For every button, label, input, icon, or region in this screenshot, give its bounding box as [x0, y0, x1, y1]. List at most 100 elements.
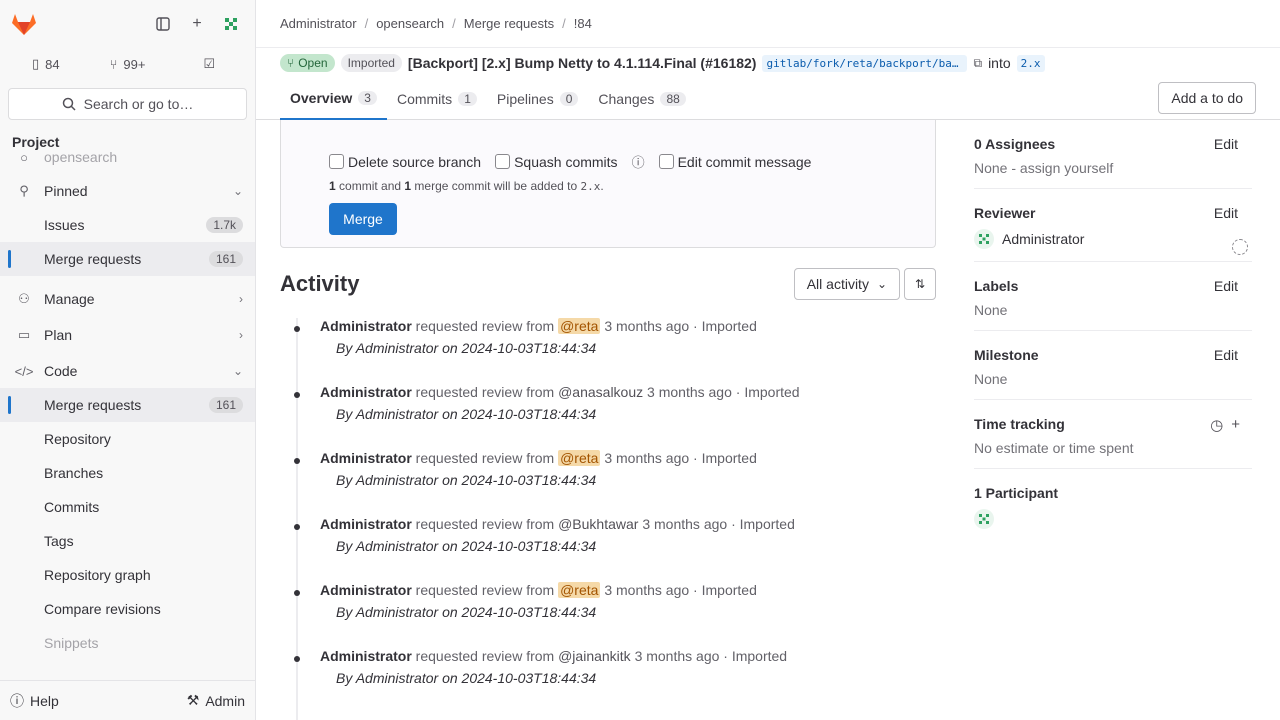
edit-commit-message-checkbox[interactable]: Edit commit message	[658, 154, 811, 170]
merge-widget: Delete source branch Squash commits ⓘ Ed…	[280, 120, 936, 248]
delete-source-branch-checkbox[interactable]: Delete source branch	[329, 154, 481, 170]
breadcrumb-item[interactable]: Merge requests	[464, 16, 554, 31]
sidebar-item-repository-graph[interactable]: Repository graph	[0, 558, 255, 592]
timestamp[interactable]: 3 months ago	[642, 516, 727, 532]
sort-icon: ⇅	[914, 277, 926, 291]
sort-direction-button[interactable]: ⇅	[904, 268, 936, 300]
user-mention[interactable]: @jainankitk	[558, 648, 631, 664]
assign-yourself-link[interactable]: None - assign yourself	[974, 160, 1113, 176]
search-icon	[62, 97, 76, 111]
main-content: Administrator / opensearch / Merge reque…	[256, 0, 1280, 720]
activity-header: Activity All activity ⌄ ⇅	[280, 266, 936, 302]
list-item: Administrator requested review from @ret…	[294, 582, 936, 648]
add-todo-button[interactable]: Add a to do	[1158, 82, 1256, 114]
tab-commits[interactable]: Commits 1	[387, 78, 487, 120]
assignees-block: 0 Assignees Edit None - assign yourself	[974, 120, 1252, 189]
timestamp[interactable]: 3 months ago	[635, 648, 720, 664]
gitlab-logo-icon[interactable]	[8, 8, 40, 40]
review-status-icon[interactable]	[1232, 239, 1248, 255]
checkbox[interactable]	[658, 154, 674, 169]
sidebar-item-plan[interactable]: ▭ Plan ›	[0, 318, 255, 352]
copy-branch-icon[interactable]: ⧉	[973, 56, 982, 71]
edit-assignees-button[interactable]: Edit	[1214, 136, 1238, 152]
sidebar-item-issues[interactable]: Issues 1.7k	[0, 208, 255, 242]
sidebar-top: +	[0, 0, 255, 48]
chevron-down-icon: ⌄	[232, 364, 243, 378]
tab-changes[interactable]: Changes 88	[588, 78, 695, 120]
edit-reviewer-button[interactable]: Edit	[1214, 205, 1238, 221]
sidebar-project-name[interactable]: ○ opensearch	[0, 148, 255, 166]
mr-right-sidebar: 0 Assignees Edit None - assign yourself …	[974, 120, 1252, 541]
add-time-icon[interactable]: +	[1231, 416, 1240, 434]
timestamp[interactable]: 3 months ago	[604, 450, 689, 466]
squash-commits-checkbox[interactable]: Squash commits	[495, 154, 618, 170]
timestamp[interactable]: 3 months ago	[604, 582, 689, 598]
author-link[interactable]: Administrator	[320, 516, 412, 532]
author-link[interactable]: Administrator	[320, 450, 412, 466]
user-mention[interactable]: @reta	[558, 318, 601, 334]
avatar	[974, 509, 994, 529]
checkbox[interactable]	[329, 154, 344, 169]
sidebar-item-pinned[interactable]: ⚲ Pinned ⌄	[0, 174, 255, 208]
clock-icon[interactable]: ◷	[1210, 416, 1223, 434]
sidebar-footer: ⓘ Help ⚒ Admin	[0, 680, 255, 720]
source-branch-link[interactable]: gitlab/fork/reta/backport/backport-16182	[762, 54, 968, 72]
breadcrumb-item[interactable]: !84	[574, 16, 592, 31]
issues-icon: ▯	[32, 56, 40, 71]
user-mention[interactable]: @reta	[558, 582, 601, 598]
breadcrumb-item[interactable]: Administrator	[280, 16, 357, 31]
timestamp[interactable]: 3 months ago	[647, 384, 732, 400]
author-link[interactable]: Administrator	[320, 648, 412, 664]
breadcrumb-item[interactable]: opensearch	[376, 16, 444, 31]
merge-request-icon: ⑂	[287, 56, 295, 70]
participant-avatar[interactable]	[974, 509, 1252, 529]
sidebar-item-compare-revisions[interactable]: Compare revisions	[0, 592, 255, 626]
todo-list-button[interactable]: ☑	[171, 50, 247, 78]
edit-labels-button[interactable]: Edit	[1214, 278, 1238, 294]
checkbox[interactable]	[495, 154, 511, 169]
admin-button[interactable]: ⚒ Admin	[187, 692, 245, 709]
reviewer-item[interactable]: Administrator	[974, 229, 1252, 249]
sidebar-item-manage[interactable]: ⚇ Manage ›	[0, 282, 255, 316]
sidebar-item-code[interactable]: </> Code ⌄	[0, 354, 255, 388]
project-icon: ○	[20, 149, 28, 165]
search-button[interactable]: Search or go to…	[8, 88, 247, 120]
user-avatar-icon[interactable]	[215, 8, 247, 40]
target-branch-link[interactable]: 2.x	[1016, 54, 1045, 72]
tab-overview[interactable]: Overview 3	[280, 78, 387, 120]
activity-title: Activity	[280, 271, 360, 296]
help-button[interactable]: ⓘ Help	[10, 691, 59, 711]
sidebar-item-merge-requests[interactable]: Merge requests 161	[0, 388, 255, 422]
merge-note: 1 commit and 1 merge commit will be adde…	[329, 179, 604, 193]
manage-icon: ⚇	[18, 291, 30, 306]
sidebar-item-merge-requests-pinned[interactable]: Merge requests 161	[0, 242, 255, 276]
timestamp[interactable]: 3 months ago	[604, 318, 689, 334]
merge-requests-count-button[interactable]: ⑂ 99+	[90, 50, 166, 78]
list-item: Administrator requested review from @ret…	[294, 318, 936, 384]
sidebar-item-tags[interactable]: Tags	[0, 524, 255, 558]
sidebar-item-branches[interactable]: Branches	[0, 456, 255, 490]
tab-pipelines[interactable]: Pipelines 0	[487, 78, 589, 120]
author-link[interactable]: Administrator	[320, 384, 412, 400]
author-link[interactable]: Administrator	[320, 582, 412, 598]
chevron-down-icon: ⌄	[232, 184, 243, 198]
user-mention[interactable]: @Bukhtawar	[558, 516, 638, 532]
merge-button[interactable]: Merge	[329, 203, 397, 235]
activity-filter-dropdown[interactable]: All activity ⌄	[793, 268, 900, 300]
list-item: Administrator requested review from @Buk…	[294, 516, 936, 582]
mr-tabs: Overview 3 Commits 1 Pipelines 0 Changes…	[280, 78, 696, 120]
sidebar-item-snippets[interactable]: Snippets	[0, 626, 255, 660]
sidebar-item-repository[interactable]: Repository	[0, 422, 255, 456]
user-mention[interactable]: @reta	[558, 450, 601, 466]
help-icon[interactable]: ⓘ	[632, 152, 645, 171]
todo-icon: ☑	[203, 56, 215, 71]
breadcrumb: Administrator / opensearch / Merge reque…	[256, 0, 1280, 48]
collapse-sidebar-icon[interactable]	[147, 8, 179, 40]
user-mention[interactable]: @anasalkouz	[558, 384, 643, 400]
sidebar-item-commits[interactable]: Commits	[0, 490, 255, 524]
code-icon: </>	[14, 363, 34, 379]
assigned-issues-button[interactable]: ▯ 84	[8, 50, 84, 78]
author-link[interactable]: Administrator	[320, 318, 412, 334]
create-new-icon[interactable]: +	[181, 8, 213, 40]
edit-milestone-button[interactable]: Edit	[1214, 347, 1238, 363]
